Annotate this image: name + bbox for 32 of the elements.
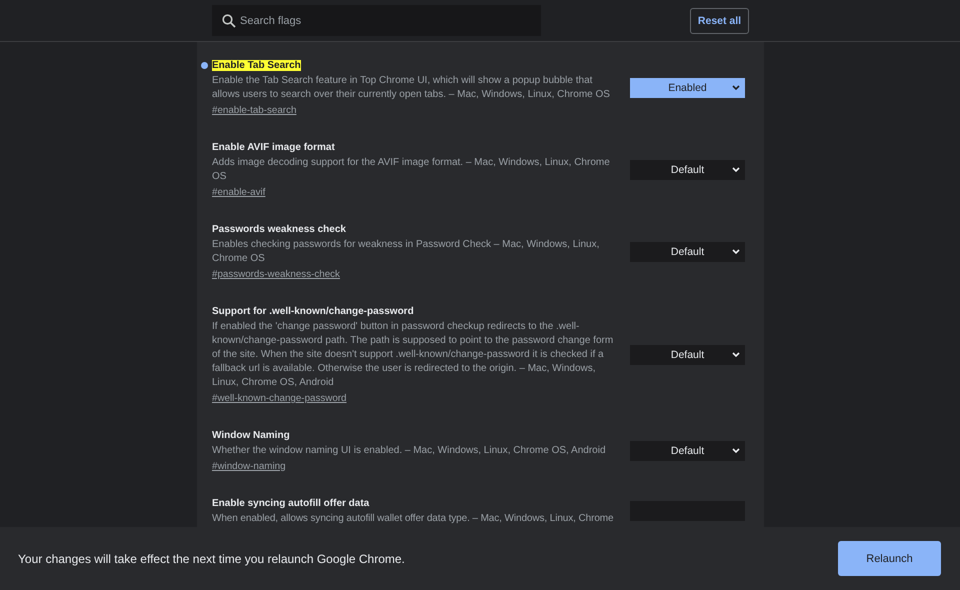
flag-description: Whether the window naming UI is enabled. – Mac, Windows, Linux, Chrome OS, Android	[212, 444, 607, 458]
flag-link[interactable]: #enable-avif	[212, 186, 266, 200]
flag-description: Enables checking passwords for weakness in Password Check – Mac, Windows, Linux, Chrome OS	[212, 238, 600, 266]
flag-dropdown[interactable]: Default	[630, 160, 745, 180]
flag-dropdown[interactable]: Default	[630, 242, 745, 262]
search-field[interactable]: Search flags	[212, 5, 541, 36]
relaunch-message: Your changes will take effect the next time you relaunch Google Chrome.	[18, 552, 405, 566]
flag-title: Passwords weakness check	[212, 224, 346, 235]
flag-description: When enabled, allows syncing autofill wallet offer data type. – Mac, Windows, Linux, Chrome	[212, 512, 614, 526]
chevron-icon	[732, 249, 740, 255]
flag-title: Support for .well-known/change-password	[212, 306, 414, 317]
flag-link[interactable]: #enable-tab-search	[212, 104, 296, 118]
flag-description: If enabled the 'change password' button in password checkup redirects to the .well-known/change-password path. The path is supposed to point to the password change form of the site. When the site doesn't support .well-known/change-password it is checked if a fallback url is available. Otherwise the user is redirected to the origin. – Mac, Windows, Linux, Chrome OS, Android	[212, 320, 614, 390]
flag-dropdown[interactable]: Default	[630, 441, 745, 461]
flag-link[interactable]: #well-known-change-password	[212, 392, 347, 406]
chevron-icon	[732, 448, 740, 454]
reset-all-button[interactable]: Reset all	[690, 8, 749, 34]
chevron-icon	[732, 352, 740, 358]
chevron-icon	[732, 85, 740, 91]
relaunch-button[interactable]: Relaunch	[838, 541, 941, 576]
flag-title: Enable AVIF image format	[212, 142, 335, 153]
flag-dropdown[interactable]: Default	[630, 345, 745, 365]
search-icon	[222, 14, 236, 28]
flag-description: Adds image decoding support for the AVIF image format. – Mac, Windows, Linux, Chrome OS	[212, 156, 611, 184]
chevron-icon	[732, 167, 740, 173]
flag-title: Enable syncing autofill offer data	[212, 498, 370, 509]
flag-link[interactable]: #passwords-weakness-check	[212, 268, 340, 282]
flag-dropdown[interactable]: Enabled	[630, 78, 745, 98]
flag-title: Enable Tab Search	[212, 60, 301, 71]
flag-title: Window Naming	[212, 430, 290, 441]
flag-link[interactable]: #window-naming	[212, 460, 286, 474]
flag-description: Enable the Tab Search feature in Top Chrome UI, which will show a popup bubble that allows users to search over their currently open tabs. – Mac, Windows, Linux, Chrome OS	[212, 74, 611, 102]
